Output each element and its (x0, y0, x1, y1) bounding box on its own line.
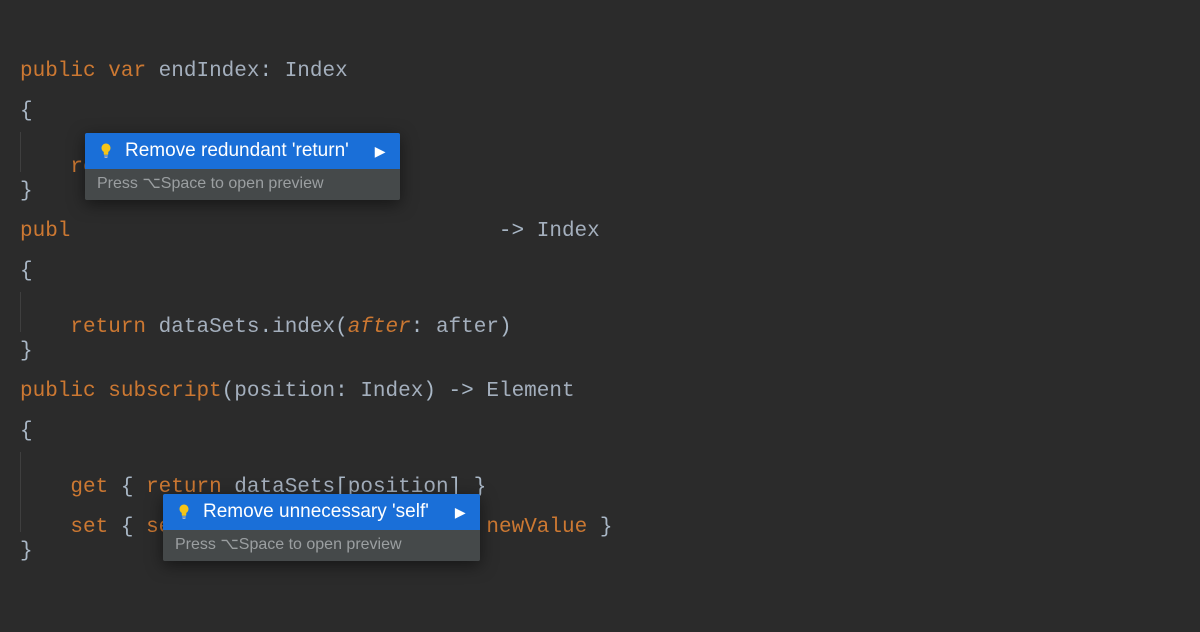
colon: : (259, 60, 272, 83)
arrow: -> (499, 220, 524, 243)
paren-open: ( (335, 316, 348, 339)
intention-action-label: Remove unnecessary 'self' (203, 502, 429, 521)
paren-close: ) (423, 380, 436, 403)
intention-hint: Press ⌥Space to open preview (85, 169, 400, 200)
colon: : (335, 380, 348, 403)
intention-action-label: Remove redundant 'return' (125, 141, 349, 160)
intention-popup: Remove unnecessary 'self' ▶ Press ⌥Space… (163, 494, 480, 561)
arrow: -> (449, 380, 474, 403)
code-line[interactable]: return dataSets.index(after: after) (20, 292, 1180, 332)
code-line[interactable]: { (20, 412, 1180, 452)
keyword-var: var (108, 60, 146, 83)
lightbulb-icon (97, 142, 115, 160)
code-line[interactable]: get { return dataSets[position] } (20, 452, 1180, 492)
param-name: position (234, 380, 335, 403)
intention-action-remove-return[interactable]: Remove redundant 'return' ▶ (85, 133, 400, 169)
brace-close: } (600, 516, 613, 539)
identifier: dataSets (159, 316, 260, 339)
brace-open: { (20, 260, 33, 283)
chevron-right-icon: ▶ (439, 505, 466, 519)
brace-close: } (20, 340, 33, 363)
method-call: index (272, 316, 335, 339)
type-ref: Index (285, 60, 348, 83)
code-line[interactable]: publ -> Index (20, 212, 1180, 252)
intention-popup: Remove redundant 'return' ▶ Press ⌥Space… (85, 133, 400, 200)
arg-value: after (436, 316, 499, 339)
lightbulb-icon (175, 503, 193, 521)
paren-open: ( (222, 380, 235, 403)
keyword-subscript: subscript (108, 380, 221, 403)
keyword-public-truncated: publ (20, 220, 70, 243)
keyword-return: return (70, 316, 146, 339)
type-ref: Element (486, 380, 574, 403)
code-line[interactable]: { (20, 92, 1180, 132)
keyword-newvalue: newValue (486, 516, 587, 539)
arg-label: after (348, 316, 411, 339)
brace-open: { (121, 516, 134, 539)
intention-hint: Press ⌥Space to open preview (163, 530, 480, 561)
type-ref: Index (360, 380, 423, 403)
brace-open: { (20, 100, 33, 123)
dot: . (259, 316, 272, 339)
type-ref: Index (537, 220, 600, 243)
paren-close: ) (499, 316, 512, 339)
code-line[interactable]: { (20, 252, 1180, 292)
chevron-right-icon: ▶ (359, 144, 386, 158)
intention-action-remove-self[interactable]: Remove unnecessary 'self' ▶ (163, 494, 480, 530)
brace-close: } (20, 540, 33, 563)
code-line[interactable]: public subscript(position: Index) -> Ele… (20, 372, 1180, 412)
var-name: endIndex (159, 60, 260, 83)
colon: : (411, 316, 424, 339)
brace-open: { (20, 420, 33, 443)
keyword-public: public (20, 60, 96, 83)
keyword-public: public (20, 380, 96, 403)
brace-close: } (20, 180, 33, 203)
keyword-set: set (70, 516, 108, 539)
code-line[interactable]: public var endIndex: Index (20, 52, 1180, 92)
